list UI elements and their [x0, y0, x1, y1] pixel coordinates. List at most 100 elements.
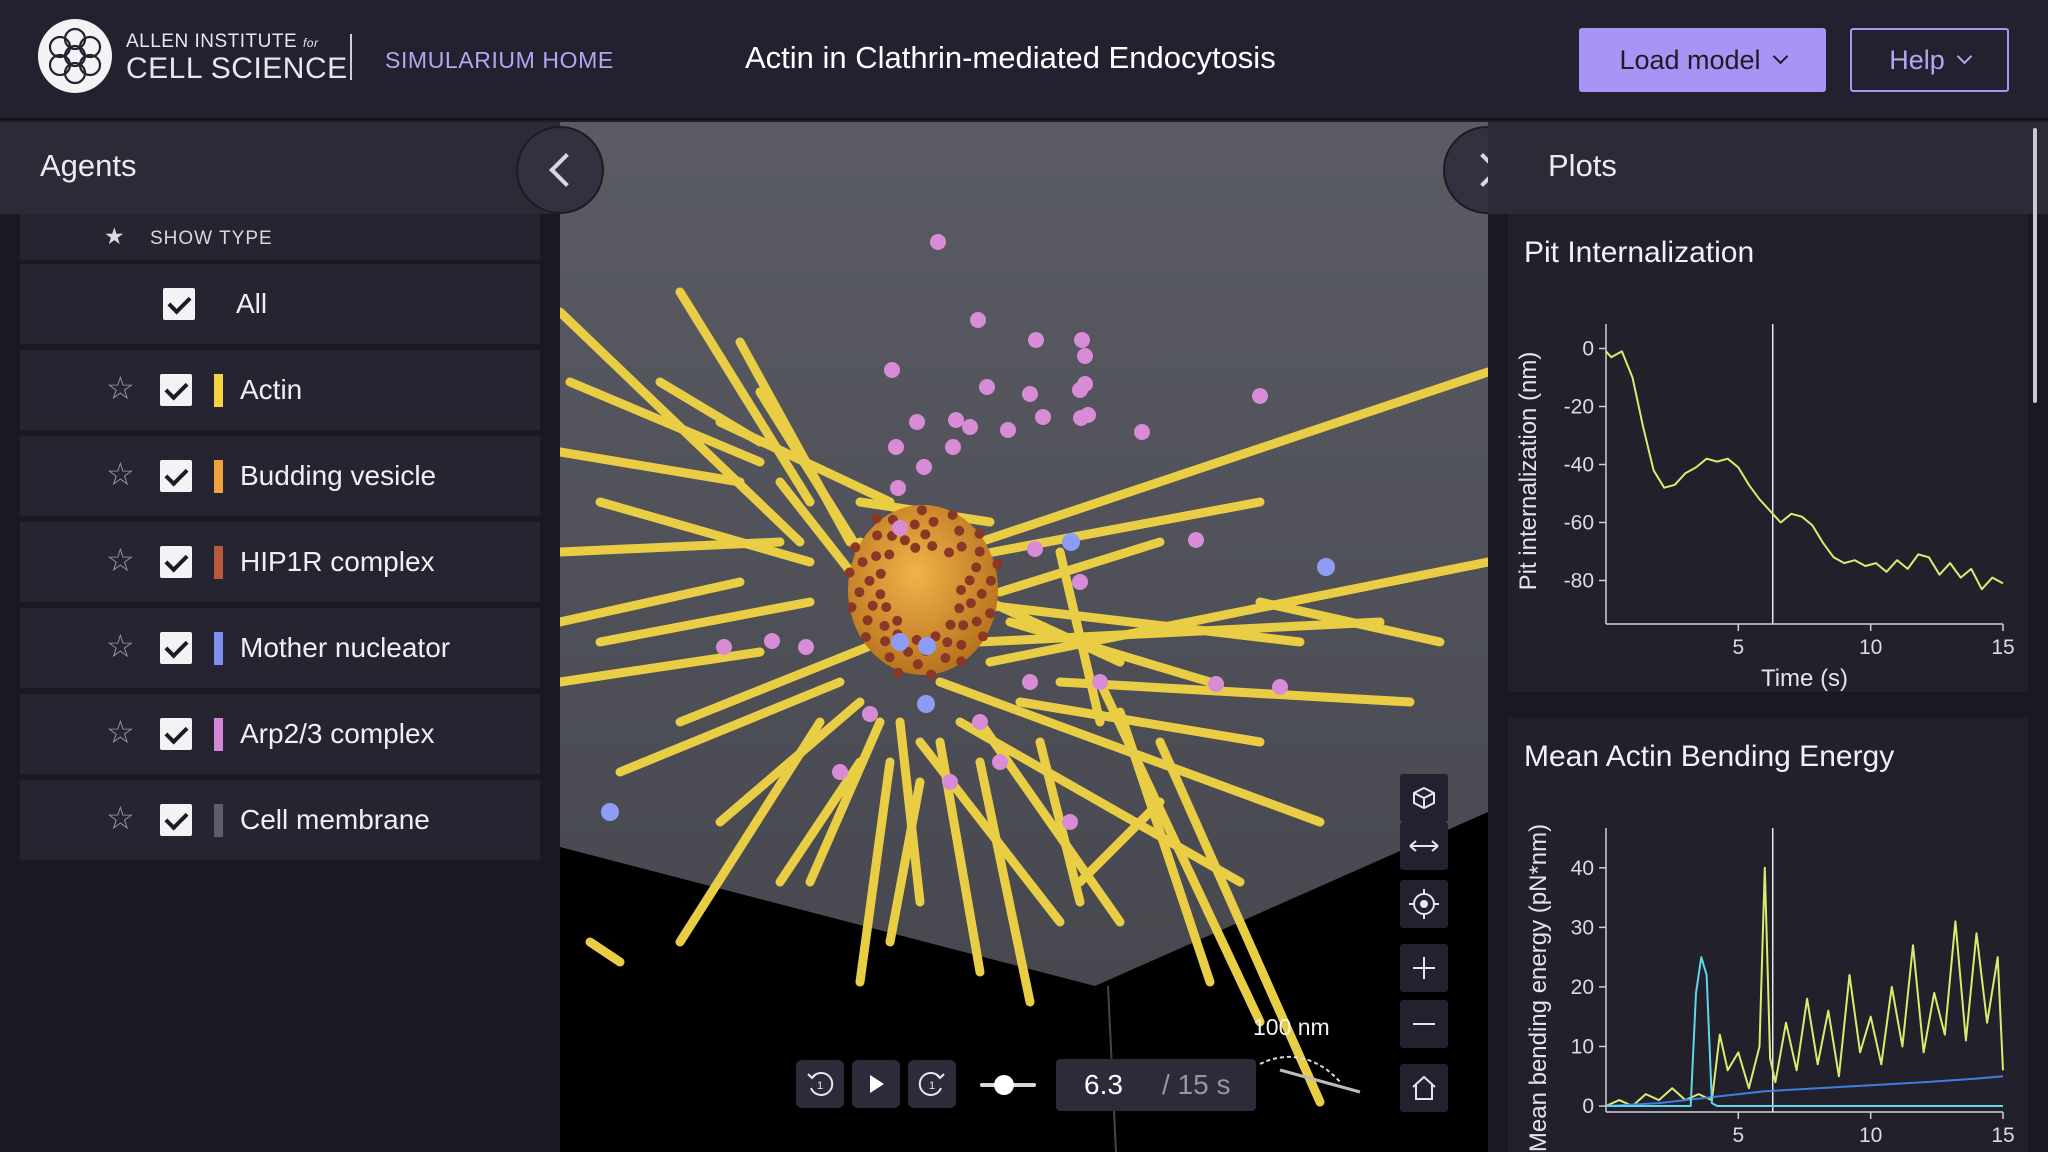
arp23-particle — [909, 414, 925, 430]
arp23-particle — [979, 379, 995, 395]
time-slider-thumb[interactable] — [994, 1075, 1014, 1095]
star-outline-icon[interactable]: ☆ — [106, 458, 135, 490]
hip1r-particle — [875, 589, 886, 600]
collapse-left-panel-button[interactable] — [516, 126, 604, 214]
mother-nucleator-particle — [917, 695, 935, 713]
agent-row-budding-vesicle[interactable]: ☆ Budding vesicle — [20, 436, 540, 516]
bending-energy-plot: Mean Actin Bending Energy 5 10 15 40 30 20 10 0… — [1508, 718, 2028, 1152]
simulation-viewport[interactable]: 100 nm — [560, 122, 1488, 1152]
agent-row-mother-nucleator[interactable]: ☆ Mother nucleator — [20, 608, 540, 688]
arp23-particle — [1062, 814, 1078, 830]
simulation-scene — [560, 122, 1488, 1152]
arp23-particle — [1035, 409, 1051, 425]
pan-icon — [1409, 840, 1439, 852]
arp23-particle — [942, 774, 958, 790]
agent-checkbox[interactable] — [160, 632, 192, 664]
agent-checkbox[interactable] — [160, 460, 192, 492]
y-axis-label: Mean bending energy (pN*nm) — [1525, 824, 1552, 1152]
hip1r-particle — [916, 505, 927, 516]
y-tick-label: 10 — [1571, 1035, 1594, 1058]
rotate-view-button[interactable] — [1400, 774, 1448, 822]
x-tick-label: 10 — [1859, 636, 1882, 659]
arp23-particle — [948, 412, 964, 428]
arp23-particle — [764, 633, 780, 649]
zoom-in-button[interactable] — [1400, 944, 1448, 992]
star-outline-icon[interactable]: ☆ — [106, 544, 135, 576]
arp23-particle — [832, 764, 848, 780]
arp23-particle — [1022, 674, 1038, 690]
bending-energy-chart: 5 10 15 40 30 20 10 0 Mean bending energy (pN*nm… — [1525, 824, 2015, 1152]
arp23-particle — [1080, 407, 1096, 423]
hip1r-particle — [954, 525, 965, 536]
all-checkbox[interactable] — [163, 288, 195, 320]
pan-button[interactable] — [1400, 822, 1448, 870]
agent-row-cell-membrane[interactable]: ☆ Cell membrane — [20, 780, 540, 860]
hip1r-particle — [860, 632, 871, 643]
focus-button[interactable] — [1400, 880, 1448, 928]
agent-row-actin[interactable]: ☆ Actin — [20, 350, 540, 430]
hip1r-particle — [884, 652, 895, 663]
scale-bar-label: 100 nm — [1253, 1014, 1330, 1040]
agent-label: HIP1R complex — [240, 546, 435, 577]
step-back-button[interactable]: 1 — [796, 1060, 844, 1108]
hip1r-particle — [871, 513, 882, 524]
x-tick-label: 5 — [1732, 636, 1744, 659]
y-tick-label: -20 — [1564, 396, 1594, 419]
arp23-particle — [798, 639, 814, 655]
agent-checkbox[interactable] — [160, 804, 192, 836]
help-button[interactable]: Help — [1850, 28, 2009, 92]
arp23-particle — [1074, 332, 1090, 348]
hip1r-particle — [956, 541, 967, 552]
star-outline-icon[interactable]: ☆ — [106, 802, 135, 834]
arp23-particle — [1092, 674, 1108, 690]
agent-color-swatch — [214, 632, 223, 665]
logo-line-2: CELL SCIENCE — [126, 52, 348, 85]
agent-row-arp2-3-complex[interactable]: ☆ Arp2/3 complex — [20, 694, 540, 774]
hip1r-particle — [899, 535, 910, 546]
hip1r-particle — [880, 636, 891, 647]
hip1r-particle — [945, 619, 956, 630]
agent-checkbox[interactable] — [160, 374, 192, 406]
agent-color-swatch — [214, 718, 223, 751]
star-outline-icon[interactable]: ☆ — [106, 716, 135, 748]
hip1r-particle — [867, 600, 878, 611]
star-outline-icon[interactable]: ☆ — [106, 372, 135, 404]
allen-institute-logo-icon[interactable] — [38, 19, 112, 93]
step-forward-button[interactable]: 1 — [908, 1060, 956, 1108]
arp23-particle — [1027, 541, 1043, 557]
time-current[interactable]: 6.3 — [1084, 1069, 1123, 1101]
hip1r-particle — [942, 637, 953, 648]
hip1r-particle — [944, 547, 954, 558]
agents-panel-title: Agents — [40, 148, 137, 183]
agent-color-swatch — [214, 546, 223, 579]
arp23-particle — [1208, 676, 1224, 692]
agent-checkbox[interactable] — [160, 546, 192, 578]
arp23-particle — [970, 312, 986, 328]
arp23-particle — [916, 459, 932, 475]
hip1r-particle — [956, 656, 967, 667]
y-axis-label: Pit internalization (nm) — [1515, 352, 1542, 591]
play-button[interactable] — [852, 1060, 900, 1108]
load-model-button[interactable]: Load model — [1579, 28, 1826, 92]
hip1r-particle — [844, 567, 855, 578]
agent-row-hip1r-complex[interactable]: ☆ HIP1R complex — [20, 522, 540, 602]
step-back-icon: 1 — [807, 1071, 834, 1096]
agent-color-swatch — [214, 460, 223, 493]
svg-text:1: 1 — [817, 1080, 823, 1092]
arp23-particle — [892, 520, 908, 536]
y-tick-label: 20 — [1571, 976, 1594, 999]
hip1r-particle — [920, 529, 931, 540]
hip1r-particle — [893, 667, 904, 678]
simularium-home-link[interactable]: SIMULARIUM HOME — [385, 47, 614, 74]
pit-internalization-chart: 5 10 15 0 -20 -40 -60 -80 Time (s) Pit internaliz… — [1515, 324, 2015, 692]
x-tick-label: 15 — [1991, 636, 2014, 659]
star-outline-icon[interactable]: ☆ — [106, 630, 135, 662]
star-filled-icon: ★ — [104, 223, 125, 249]
zoom-out-button[interactable] — [1400, 1000, 1448, 1048]
hip1r-particle — [879, 620, 890, 631]
agent-checkbox[interactable] — [160, 718, 192, 750]
home-view-button[interactable] — [1400, 1064, 1448, 1112]
app-header: ALLEN INSTITUTE for CELL SCIENCE SIMULAR… — [0, 0, 2048, 120]
plots-scrollbar[interactable] — [2033, 128, 2037, 403]
y-tick-label: 0 — [1582, 338, 1594, 361]
